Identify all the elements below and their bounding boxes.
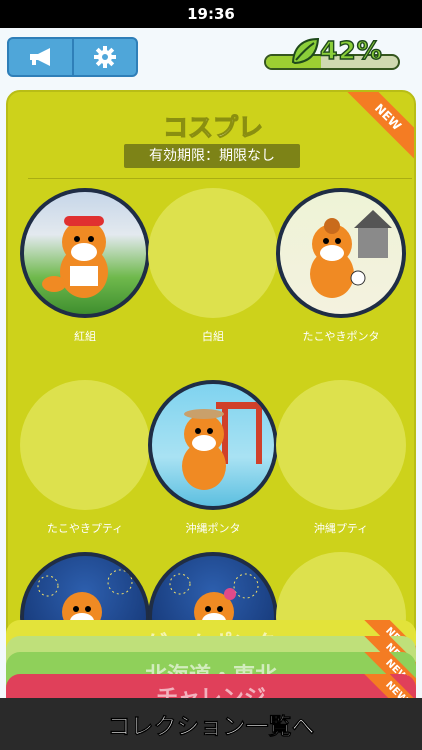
top-bar: 42% (0, 28, 422, 88)
status-time: 19:36 (187, 5, 235, 23)
collection-list-label: コレクション一覧へ (107, 714, 315, 741)
validity-period: 有効期限：期限なし (124, 144, 300, 168)
badge-placeholder (20, 380, 150, 510)
card-title: コスプレ (162, 112, 263, 142)
badge-label: 沖縄プティ (313, 522, 369, 535)
energy-gauge: 42% (264, 35, 406, 76)
pig-character-icon (42, 216, 108, 298)
badge-label: 沖縄ポンタ (185, 522, 241, 535)
badge-item[interactable]: 紅組 (20, 188, 150, 358)
badge-label: 白組 (202, 330, 224, 343)
badge-item[interactable]: 沖縄ポンタ (148, 380, 278, 550)
pig-character-icon (182, 402, 268, 490)
badge-image (276, 188, 406, 318)
energy-percent: 42% (319, 35, 383, 65)
status-bar: 19:36 (0, 0, 422, 28)
badge-label: たこやきポンタ (302, 330, 380, 343)
collection-card[interactable]: NEW コスプレ 有効期限：期限なし 紅組 白組 たこやきポンタ たこやきプティ… (6, 90, 416, 680)
badge-placeholder (148, 188, 278, 318)
badge-item[interactable]: 沖縄プティ (276, 380, 406, 550)
badge-item[interactable]: たこやきポンタ (276, 188, 406, 358)
toolbar-buttons (7, 37, 138, 77)
badge-placeholder (276, 380, 406, 510)
divider (28, 178, 412, 179)
collection-screen: 42% NEW コスプレ 有効期限：期限なし 紅組 白組 たこやきポンタ たこや… (0, 28, 422, 750)
megaphone-icon (30, 48, 51, 66)
gear-icon (93, 46, 116, 68)
badge-image (20, 188, 150, 318)
collection-list-button[interactable]: コレクション一覧へ (0, 698, 422, 750)
leaf-icon (291, 37, 320, 65)
badge-label: 紅組 (74, 330, 96, 343)
pig-character-icon (310, 210, 392, 298)
announcement-button[interactable] (9, 39, 72, 75)
badge-label: たこやきプティ (46, 522, 124, 535)
badge-item[interactable]: たこやきプティ (20, 380, 150, 550)
badge-image (148, 380, 278, 510)
badge-item[interactable]: 白組 (148, 188, 278, 358)
settings-button[interactable] (71, 39, 137, 75)
